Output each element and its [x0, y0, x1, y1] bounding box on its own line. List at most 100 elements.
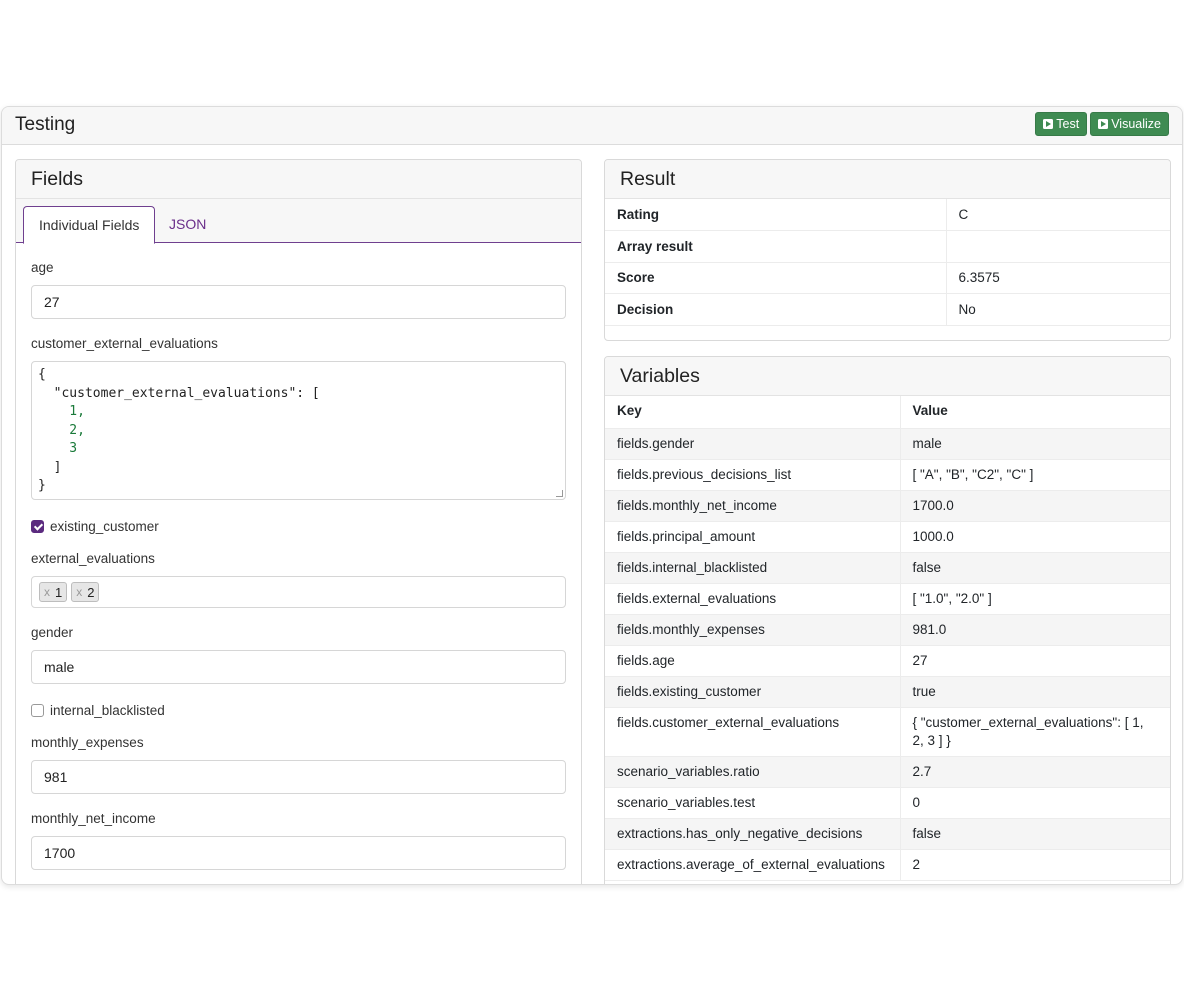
testing-header: Testing Test Visualize	[2, 107, 1182, 145]
result-value: C	[946, 199, 1170, 231]
play-icon	[1098, 119, 1109, 129]
result-value: No	[946, 293, 1170, 326]
monthly-expenses-label: monthly_expenses	[31, 735, 144, 750]
variable-key: scenario_variables.ratio	[605, 756, 901, 788]
variable-value: 1700.0	[900, 490, 1170, 522]
json-line: {	[38, 367, 46, 382]
tag-label: 2	[87, 584, 95, 600]
fields-panel: Fields Individual Fields JSON age 27 cus…	[15, 159, 582, 884]
variables-table: Key Value fields.gender male fields.previ…	[605, 396, 1170, 881]
variable-value: [ "1.0", "2.0" ]	[900, 583, 1170, 615]
variable-key: fields.external_evaluations	[605, 583, 901, 615]
variable-value: 2.7	[900, 756, 1170, 788]
table-row: fields.gender male	[605, 428, 1170, 460]
monthly-net-income-label: monthly_net_income	[31, 811, 156, 826]
table-row: fields.age 27	[605, 645, 1170, 677]
json-line: 2,	[38, 422, 85, 438]
variable-value: 981.0	[900, 614, 1170, 646]
fields-title: Fields	[16, 160, 581, 199]
existing-customer-checkbox[interactable]	[31, 519, 44, 533]
variable-value: 0	[900, 787, 1170, 819]
variable-key: fields.internal_blacklisted	[605, 552, 901, 584]
table-row: Decision No	[605, 293, 1170, 326]
internal-blacklisted-label: internal_blacklisted	[50, 702, 165, 718]
fields-tabs: Individual Fields JSON	[16, 199, 581, 244]
variable-key: scenario_variables.test	[605, 787, 901, 819]
result-value	[946, 230, 1170, 263]
table-row: Array result	[605, 230, 1170, 263]
resize-handle-icon[interactable]	[556, 490, 563, 497]
table-row: scenario_variables.test 0	[605, 787, 1170, 819]
variables-title: Variables	[605, 357, 1170, 396]
remove-tag-icon[interactable]: x	[44, 585, 50, 599]
variable-value: 27	[900, 645, 1170, 677]
customer-external-evaluations-textarea[interactable]: { "customer_external_evaluations": [ 1, …	[31, 361, 566, 500]
test-button-label: Test	[1056, 117, 1080, 131]
gender-label: gender	[31, 625, 74, 640]
gender-input[interactable]: male	[31, 650, 566, 684]
variable-key: fields.customer_external_evaluations	[605, 707, 901, 757]
table-row: extractions.has_only_negative_decisions f…	[605, 818, 1170, 850]
result-title: Result	[605, 160, 1170, 199]
variable-value: 1000.0	[900, 521, 1170, 553]
variable-value: [ "A", "B", "C2", "C" ]	[900, 459, 1170, 491]
monthly-net-income-input[interactable]: 1700	[31, 836, 566, 870]
column-header-value: Value	[900, 396, 1170, 429]
result-value: 6.3575	[946, 262, 1170, 294]
visualize-button[interactable]: Visualize	[1090, 112, 1169, 136]
result-key: Decision	[605, 293, 947, 326]
monthly-expenses-input[interactable]: 981	[31, 760, 566, 794]
testing-card: Testing Test Visualize Fields Individual…	[1, 106, 1183, 885]
table-header-row: Key Value	[605, 396, 1170, 429]
external-evaluations-tags-input[interactable]: x 1 x 2	[31, 576, 566, 608]
json-line: 3	[38, 441, 78, 456]
table-row: scenario_variables.ratio 2.7	[605, 756, 1170, 788]
json-line: ]	[38, 459, 62, 475]
test-button[interactable]: Test	[1035, 112, 1088, 136]
page-title: Testing	[15, 114, 76, 135]
json-line: }	[38, 478, 46, 493]
table-row: fields.monthly_expenses 981.0	[605, 614, 1170, 646]
age-input[interactable]: 27	[31, 285, 566, 319]
existing-customer-label: existing_customer	[50, 518, 159, 534]
table-row: fields.principal_amount 1000.0	[605, 521, 1170, 553]
variable-key: fields.principal_amount	[605, 521, 901, 553]
variable-value: male	[900, 428, 1170, 460]
variable-value: false	[900, 818, 1170, 850]
variable-key: fields.previous_decisions_list	[605, 459, 901, 491]
variable-key: fields.monthly_net_income	[605, 490, 901, 522]
result-key: Array result	[605, 230, 947, 263]
internal-blacklisted-row: internal_blacklisted	[31, 702, 566, 718]
customer-external-evaluations-label: customer_external_evaluations	[31, 336, 218, 351]
table-row: fields.monthly_net_income 1700.0	[605, 490, 1170, 522]
internal-blacklisted-checkbox[interactable]	[31, 703, 44, 717]
json-line: 1,	[38, 404, 85, 419]
table-row: fields.internal_blacklisted false	[605, 552, 1170, 584]
variable-key: fields.monthly_expenses	[605, 614, 901, 646]
external-evaluations-label: external_evaluations	[31, 551, 155, 566]
column-header-key: Key	[605, 396, 901, 429]
table-row: fields.customer_external_evaluations{ "c…	[605, 707, 1170, 757]
table-row: Rating C	[605, 199, 1170, 231]
tag-label: 1	[55, 584, 63, 600]
tab-individual-fields[interactable]: Individual Fields	[23, 206, 156, 244]
variable-value: { "customer_external_evaluations": [ 1, …	[900, 707, 1170, 757]
remove-tag-icon[interactable]: x	[76, 585, 82, 599]
variables-panel: Variables Key Value fields.gender male fi…	[604, 356, 1171, 884]
table-row: fields.previous_decisions_list[ "A", "B"…	[605, 459, 1170, 491]
age-label: age	[31, 260, 54, 275]
variable-value: false	[900, 552, 1170, 584]
fields-form: age 27 customer_external_evaluations { "…	[16, 260, 581, 870]
table-row: fields.external_evaluations[ "1.0", "2.0…	[605, 583, 1170, 615]
tag-chip: x 2	[71, 582, 100, 602]
variable-key: fields.gender	[605, 428, 901, 460]
tab-json[interactable]: JSON	[154, 206, 221, 243]
json-line: "customer_external_evaluations": [	[38, 385, 320, 401]
result-key: Score	[605, 262, 947, 294]
variable-key: fields.existing_customer	[605, 676, 901, 708]
variable-value: true	[900, 676, 1170, 708]
table-row: Score 6.3575	[605, 262, 1170, 294]
variable-key: extractions.has_only_negative_decisions	[605, 818, 901, 850]
tag-chip: x 1	[39, 582, 68, 602]
variable-value: 2	[900, 849, 1170, 881]
